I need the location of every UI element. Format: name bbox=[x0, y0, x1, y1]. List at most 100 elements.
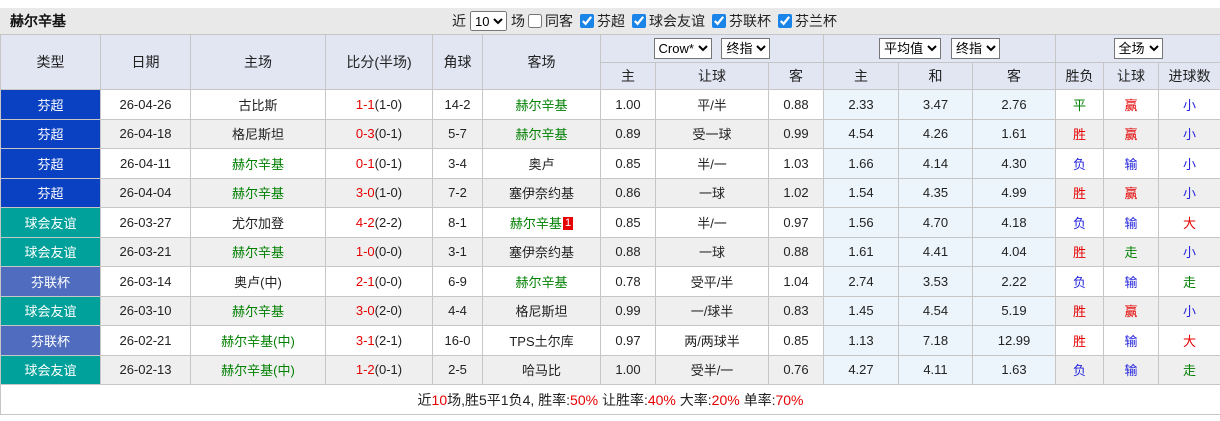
cell-result: 负 bbox=[1055, 354, 1105, 385]
cell-score: 3-0(2-0) bbox=[325, 295, 433, 326]
col-handicap-result: 让球 bbox=[1103, 62, 1160, 90]
cell-score: 1-2(0-1) bbox=[325, 354, 433, 385]
cell-handicap-line: 一/球半 bbox=[655, 295, 769, 326]
half-time-score: (2-0) bbox=[374, 303, 403, 319]
cell-away-team: 奥卢 bbox=[482, 148, 601, 179]
half-time-score: (0-0) bbox=[374, 244, 403, 260]
cell-score: 1-0(0-0) bbox=[325, 236, 433, 267]
league-filters: 芬超 球会友谊 芬联杯 芬兰杯 bbox=[573, 11, 837, 31]
cell-avg-draw: 4.54 bbox=[898, 295, 973, 326]
summary-segment-6: 大率: bbox=[675, 391, 712, 408]
cell-avg-home: 1.45 bbox=[823, 295, 899, 326]
cell-odds-home: 1.00 bbox=[600, 354, 656, 385]
table-row: 球会友谊 26-03-27 尤尔加登 4-2(2-2) 8-1 赫尔辛基 1 0.85 半/一 0… bbox=[0, 207, 1220, 238]
cell-odds-away: 0.88 bbox=[768, 236, 824, 267]
cell-avg-away: 5.19 bbox=[971, 295, 1057, 326]
col-result: 胜负 bbox=[1055, 62, 1105, 90]
team-badge: 1 bbox=[562, 216, 574, 230]
cell-avg-away: 12.99 bbox=[971, 325, 1057, 356]
table-row: 球会友谊 26-03-10 赫尔辛基 3-0(2-0) 4-4 格尼斯坦 0.99 一/球半 0… bbox=[0, 295, 1220, 326]
cell-odds-away: 1.03 bbox=[768, 148, 824, 179]
cell-result: 胜 bbox=[1055, 325, 1105, 356]
cell-competition: 芬联杯 bbox=[0, 266, 101, 297]
cell-handicap-result: 输 bbox=[1103, 207, 1160, 238]
cell-avg-draw: 4.11 bbox=[898, 354, 973, 385]
home-team-name: 奥卢(中) bbox=[234, 274, 282, 290]
scope-select[interactable]: 全场 bbox=[1113, 38, 1163, 59]
cell-handicap-line: 平/半 bbox=[655, 89, 769, 120]
cell-competition: 球会友谊 bbox=[0, 236, 101, 267]
summary-segment-8: 单率: bbox=[739, 391, 776, 408]
summary-row: 近10场,胜5平1负4, 胜率:50% 让胜率:40% 大率:20% 单率:70… bbox=[0, 384, 1220, 415]
cell-date: 26-02-13 bbox=[100, 354, 191, 385]
league-checkbox-1[interactable] bbox=[632, 14, 646, 28]
cell-score: 4-2(2-2) bbox=[325, 207, 433, 238]
table-row: 芬联杯 26-02-21 赫尔辛基(中) 3-1(2-1) 16-0 TPS土尔库 0.97… bbox=[0, 325, 1220, 356]
cell-avg-away: 4.18 bbox=[971, 207, 1057, 238]
odds-source-select[interactable]: Crow* bbox=[653, 38, 712, 59]
cell-result: 胜 bbox=[1055, 118, 1105, 149]
match-count-select[interactable]: 10 bbox=[470, 11, 507, 31]
cell-score: 0-3(0-1) bbox=[325, 118, 433, 149]
cell-handicap-line: 半/一 bbox=[655, 148, 769, 179]
cell-odds-away: 1.04 bbox=[768, 266, 824, 297]
away-team-name: TPS土尔库 bbox=[509, 333, 574, 349]
cell-competition: 球会友谊 bbox=[0, 295, 101, 326]
half-time-score: (0-1) bbox=[374, 155, 403, 171]
full-time-score: 1-1 bbox=[355, 96, 375, 112]
cell-date: 26-03-27 bbox=[100, 207, 191, 238]
cell-avg-away: 4.30 bbox=[971, 148, 1057, 179]
home-team-name: 古比斯 bbox=[238, 97, 278, 113]
cell-competition: 芬联杯 bbox=[0, 325, 101, 356]
cell-score: 3-0(1-0) bbox=[325, 177, 433, 208]
cell-odds-home: 0.88 bbox=[600, 236, 656, 267]
avg-time-select[interactable]: 终指 bbox=[950, 38, 1000, 59]
league-checkbox-0[interactable] bbox=[580, 14, 594, 28]
cell-avg-away: 2.76 bbox=[971, 89, 1057, 120]
cell-result: 胜 bbox=[1055, 236, 1105, 267]
cell-avg-away: 4.04 bbox=[971, 236, 1057, 267]
cell-avg-home: 1.61 bbox=[823, 236, 899, 267]
summary-segment-9: 70% bbox=[775, 391, 804, 408]
league-checkbox-2[interactable] bbox=[712, 14, 726, 28]
cell-avg-away: 1.63 bbox=[971, 354, 1057, 385]
cell-avg-home: 1.54 bbox=[823, 177, 899, 208]
half-time-score: (1-0) bbox=[374, 185, 403, 201]
half-time-score: (1-0) bbox=[374, 96, 403, 112]
team-title: 赫尔辛基 bbox=[10, 13, 66, 29]
away-team-name: 塞伊奈约基 bbox=[508, 186, 574, 202]
col-date: 日期 bbox=[100, 34, 191, 90]
away-team-name: 赫尔辛基 bbox=[515, 274, 568, 290]
cell-away-team: 赫尔辛基 bbox=[482, 118, 601, 149]
cell-competition: 芬超 bbox=[0, 177, 101, 208]
cell-away-team: 格尼斯坦 bbox=[482, 295, 601, 326]
summary-segment-7: 20% bbox=[711, 391, 740, 408]
cell-home-team: 赫尔辛基(中) bbox=[190, 354, 326, 385]
cell-handicap-line: 一球 bbox=[655, 177, 769, 208]
away-team-name: 赫尔辛基 bbox=[509, 215, 562, 231]
league-label-0: 芬超 bbox=[597, 13, 625, 29]
col-odds-home: 主 bbox=[600, 62, 656, 90]
league-checkbox-3[interactable] bbox=[778, 14, 792, 28]
cell-odds-away: 1.02 bbox=[768, 177, 824, 208]
same-away-checkbox[interactable] bbox=[528, 14, 542, 28]
cell-goals-result: 小 bbox=[1158, 177, 1220, 208]
avg-group-header: 平均值 终指 bbox=[822, 34, 1057, 63]
col-avg-away: 客 bbox=[971, 62, 1057, 90]
home-team-name: 赫尔辛基(中) bbox=[221, 363, 295, 379]
cell-avg-home: 1.66 bbox=[823, 148, 899, 179]
match-history-table: 类型 日期 主场 比分(半场) 角球 客场 Crow* 终指 平均值 终指 全场 bbox=[0, 34, 1220, 415]
odds-time-select[interactable]: 终指 bbox=[721, 38, 771, 59]
cell-handicap-result: 走 bbox=[1103, 236, 1160, 267]
avg-source-select[interactable]: 平均值 bbox=[879, 38, 942, 59]
cell-away-team: 赫尔辛基 1 bbox=[482, 207, 601, 238]
title-bar: 赫尔辛基 近 10 场 同客 芬超 球会友谊 芬联杯 芬兰杯 bbox=[0, 8, 1220, 34]
col-away: 客场 bbox=[482, 34, 601, 90]
full-time-score: 3-0 bbox=[355, 303, 375, 319]
away-team-name: 哈马比 bbox=[521, 363, 561, 379]
top-strip bbox=[0, 0, 1220, 8]
league-filter-3: 芬兰杯 bbox=[775, 11, 837, 31]
cell-avg-draw: 4.41 bbox=[898, 236, 973, 267]
league-label-1: 球会友谊 bbox=[649, 13, 705, 29]
cell-odds-away: 0.85 bbox=[768, 325, 824, 356]
